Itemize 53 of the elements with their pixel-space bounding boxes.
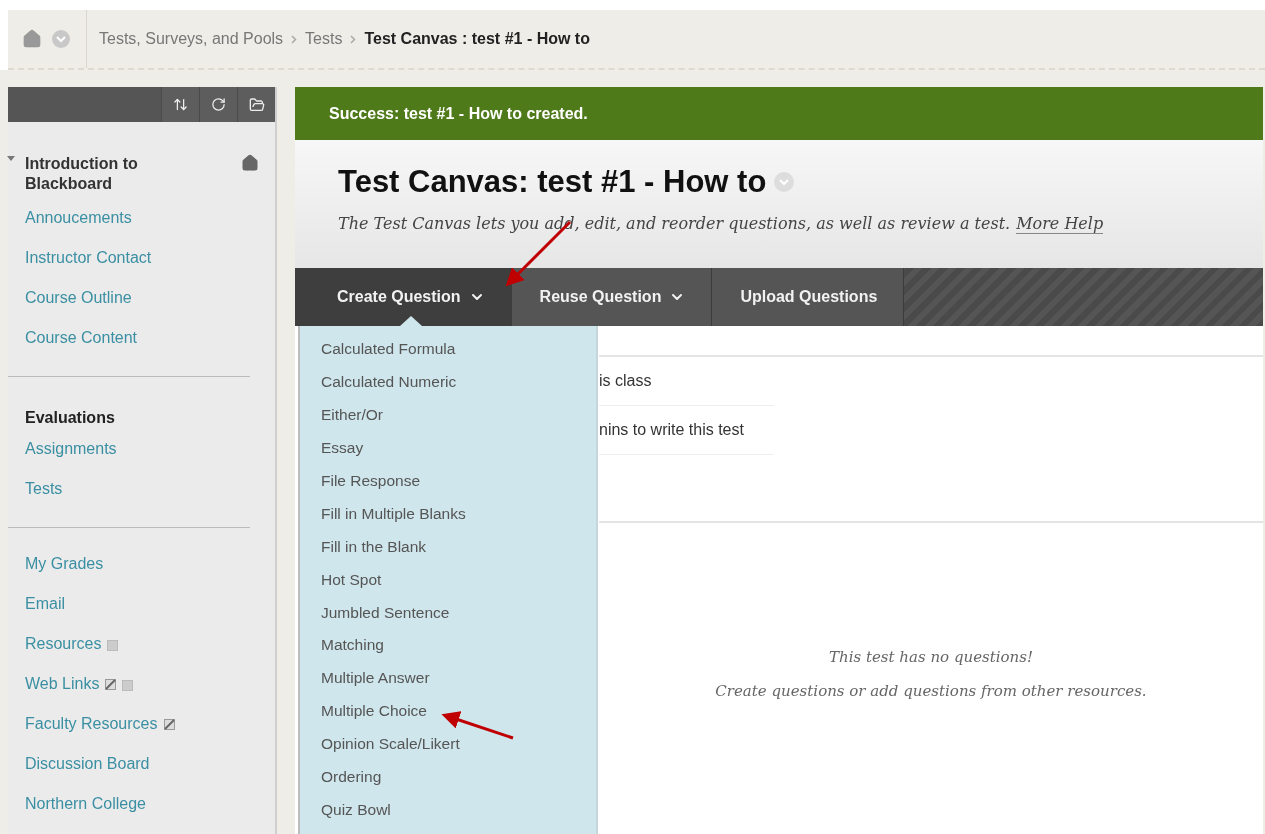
more-help-link[interactable]: More Help — [1016, 214, 1104, 234]
menu-link[interactable]: Email — [25, 594, 65, 634]
menu-item[interactable]: Essay — [321, 438, 364, 472]
menu-link[interactable]: Tests — [25, 479, 63, 519]
menu-item[interactable]: Ordering — [321, 768, 382, 802]
menu-item[interactable]: Calculated Formula — [321, 340, 456, 373]
description-text: The Test Canvas lets you add, edit, and reorder questions, as well as review a test. — [338, 214, 1011, 234]
menu-link[interactable]: Annoucements — [25, 208, 132, 248]
menu-item[interactable]: Hot Spot — [321, 570, 382, 604]
menu-item[interactable]: Multiple Answer — [321, 669, 430, 703]
refresh-button[interactable] — [199, 87, 237, 122]
chevron-right-icon — [291, 34, 298, 44]
course-title: Introduction to Blackboard — [25, 154, 139, 194]
action-tab[interactable]: Upload Questions — [712, 268, 905, 326]
sort-icon — [173, 97, 188, 112]
menu-link[interactable]: Course Outline — [25, 288, 132, 328]
menu-link[interactable]: Northern College — [25, 794, 146, 834]
page-title: Test Canvas: test #1 - How to — [338, 164, 767, 200]
folder-button[interactable] — [237, 87, 275, 122]
menu-link[interactable]: My Grades — [25, 554, 104, 594]
menu-item[interactable]: File Response — [321, 471, 421, 505]
info-text: nins to write this test — [599, 421, 744, 439]
menu-item[interactable]: Either/Or — [321, 405, 383, 439]
menu-item[interactable]: Opinion Scale/Likert — [321, 735, 460, 769]
menu-item[interactable]: Matching — [321, 636, 384, 670]
action-tab[interactable]: Create Question — [295, 268, 512, 326]
menu-link[interactable]: Discussion Board — [25, 754, 150, 794]
refresh-icon — [211, 97, 226, 112]
action-tab[interactable]: Reuse Question — [511, 268, 713, 326]
menu-link[interactable]: Assignments — [25, 439, 117, 479]
folder-icon — [248, 96, 265, 113]
sort-button[interactable] — [161, 87, 199, 122]
breadcrumb-link[interactable]: Tests — [305, 30, 343, 48]
menu-item[interactable]: Jumbled Sentence — [321, 603, 450, 637]
chevron-right-icon — [350, 34, 357, 44]
menu-link[interactable]: Faculty Resources — [25, 714, 158, 754]
info-text: is class — [599, 372, 652, 390]
empty-state-text: This test has no questions! — [829, 648, 1033, 666]
menu-item[interactable]: Multiple Choice — [321, 702, 427, 736]
home-icon[interactable] — [241, 154, 259, 172]
section-heading: Evaluations — [25, 409, 116, 427]
menu-item[interactable]: Fill in Multiple Blanks — [321, 504, 466, 538]
menu-item[interactable]: Calculated Numeric — [321, 372, 457, 406]
menu-link[interactable]: Web Links — [25, 674, 100, 714]
menu-link[interactable]: Instructor Contact — [25, 248, 152, 288]
expand-caret-icon[interactable] — [7, 156, 15, 161]
success-banner: Success: test #1 - How to created. — [295, 87, 1263, 140]
empty-state-text: Create questions or add questions from other resources. — [715, 682, 1147, 700]
menu-item[interactable]: Quiz Bowl — [321, 801, 391, 834]
menu-item[interactable]: Fill in the Blank — [321, 537, 427, 571]
menu-link[interactable]: Resources — [25, 634, 102, 674]
breadcrumb-link[interactable]: Tests, Surveys, and Pools — [99, 30, 284, 48]
menu-link[interactable]: Course Content — [25, 328, 138, 368]
